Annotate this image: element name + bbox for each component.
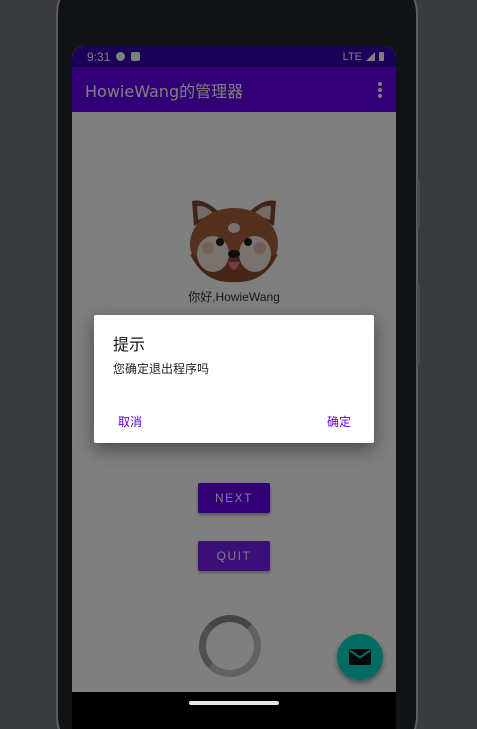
dialog-title: 提示 [113,335,146,354]
dialog-message: 您确定退出程序吗 [113,362,210,376]
confirm-button[interactable]: 确定 [327,413,351,430]
cancel-button[interactable]: 取消 [118,413,142,430]
volume-button [417,285,420,365]
alert-dialog: 提示 您确定退出程序吗 取消 确定 [94,315,374,443]
navigation-bar [72,692,396,729]
power-button [417,180,420,228]
home-gesture-bar[interactable] [189,701,279,705]
